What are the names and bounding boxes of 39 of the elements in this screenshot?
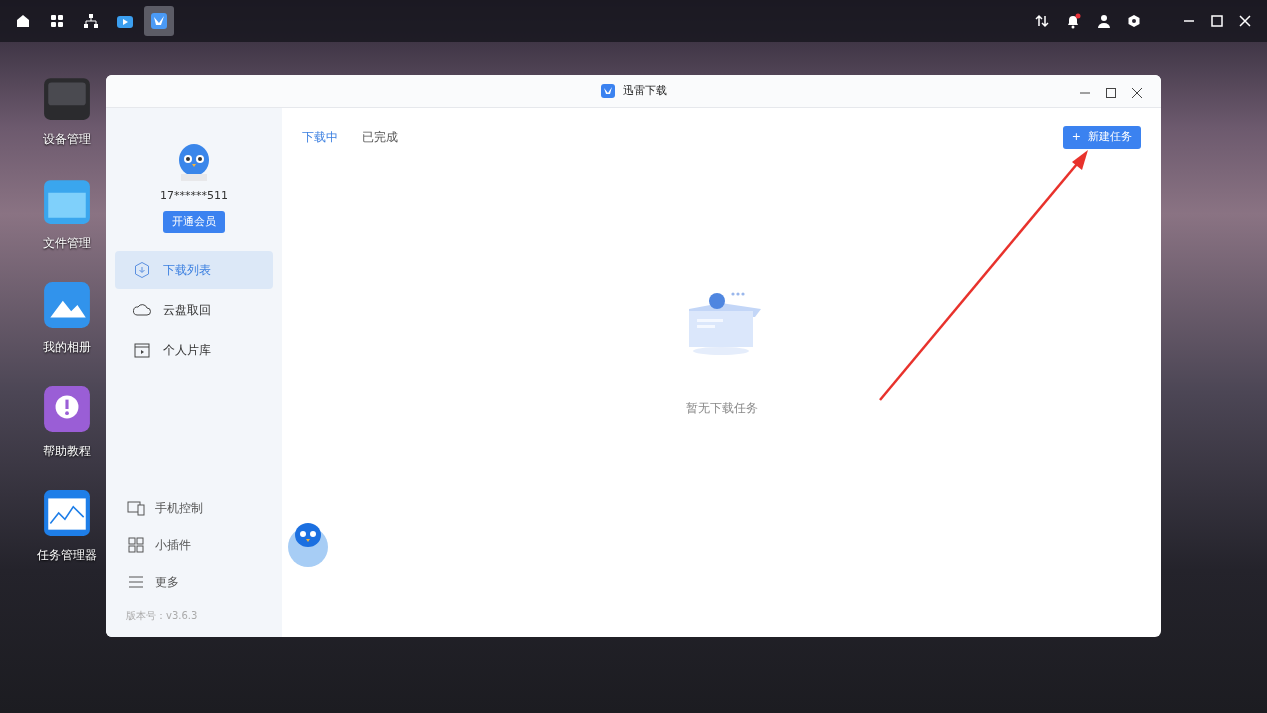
film-icon — [133, 341, 151, 359]
desktop-icon-label[interactable]: 文件管理 — [43, 234, 91, 252]
maximize-icon[interactable] — [1105, 86, 1117, 99]
window-title: 迅雷下载 — [622, 82, 667, 99]
empty-message: 暂无下载任务 — [685, 399, 758, 417]
desktop-icon-label[interactable]: 任务管理器 — [37, 546, 97, 564]
taskbar-app[interactable] — [144, 6, 174, 36]
new-task-button[interactable]: + 新建任务 — [1062, 126, 1141, 149]
sidebar-tool[interactable]: 更多 — [115, 563, 273, 600]
tab[interactable]: 下载中 — [302, 128, 338, 147]
sidebar-item[interactable]: 云盘取回 — [115, 291, 273, 329]
avatar-icon — [176, 142, 212, 182]
desktop-icon-label[interactable]: 设备管理 — [43, 130, 91, 148]
bird-logo-icon — [150, 12, 168, 30]
desktop-icon-label[interactable]: 我的相册 — [43, 338, 91, 356]
sidebar-tool[interactable]: 手机控制 — [115, 489, 273, 526]
close-icon[interactable] — [1131, 86, 1143, 99]
home-icon — [14, 12, 32, 30]
picture-icon[interactable] — [42, 280, 92, 330]
network-icon — [82, 12, 100, 30]
desktop-icon-label[interactable]: 帮助教程 — [43, 442, 91, 460]
devices-icon — [127, 498, 145, 517]
apps-icon — [48, 12, 66, 30]
sidebar-tool[interactable]: 小插件 — [115, 526, 273, 563]
vip-button[interactable]: 开通会员 — [163, 210, 225, 233]
bell-icon[interactable] — [1065, 13, 1081, 29]
grid-icon — [127, 535, 145, 554]
transfer-icon[interactable] — [1035, 14, 1049, 28]
user-icon[interactable] — [1097, 14, 1111, 28]
bird-logo-icon — [600, 84, 615, 98]
sidebar-item[interactable]: 个人片库 — [115, 331, 273, 369]
cloud-icon — [133, 301, 151, 319]
download-icon — [133, 261, 151, 279]
version-text: 版本号：v3.6.3 — [126, 609, 198, 623]
chart-window-icon[interactable] — [42, 488, 92, 538]
settings-icon[interactable] — [1127, 14, 1141, 28]
account-name: 17******511 — [160, 188, 228, 204]
tab[interactable]: 已完成 — [362, 128, 398, 147]
exclamation-icon[interactable] — [42, 384, 92, 434]
